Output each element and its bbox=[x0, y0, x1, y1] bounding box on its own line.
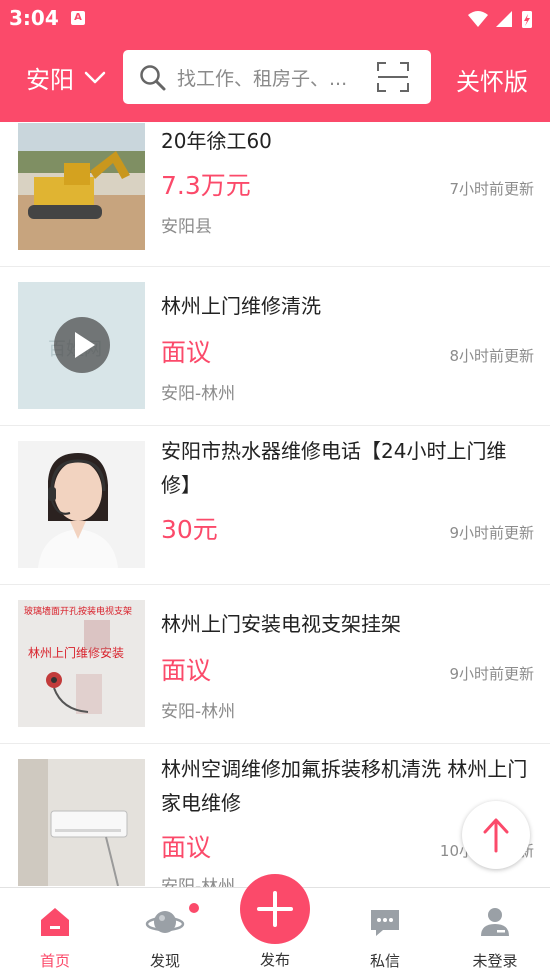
listing-item[interactable]: 百姓网 林州上门维修清洗 面议 8小时前更新 安阳-林州 bbox=[0, 267, 550, 426]
arrow-up-icon bbox=[483, 818, 509, 853]
top-bar: 3:04 A 安阳 找工作、租房子、... 关怀版 bbox=[0, 0, 550, 122]
wall-fixtures-graphic bbox=[46, 620, 110, 714]
listing-price: 面议 bbox=[161, 833, 212, 862]
video-thumbnail: 百姓网 bbox=[18, 282, 145, 409]
header: 安阳 找工作、租房子、... 关怀版 bbox=[0, 38, 550, 122]
scan-icon[interactable] bbox=[377, 62, 409, 92]
tab-home-label: 首页 bbox=[39, 952, 70, 970]
listing-updated-time: 9小时前更新 bbox=[449, 665, 534, 683]
listing-item[interactable]: 安阳市热水器维修电话【24小时上门维修】 30元 9小时前更新 bbox=[0, 426, 550, 585]
search-icon bbox=[140, 65, 166, 91]
listing-location: 安阳-林州 bbox=[161, 877, 236, 887]
play-icon bbox=[54, 317, 110, 373]
listing-title: 20年徐工60 bbox=[161, 129, 272, 153]
tab-discover-label: 发现 bbox=[149, 952, 180, 970]
city-name: 安阳 bbox=[26, 66, 74, 94]
care-mode-button[interactable]: 关怀版 bbox=[456, 62, 528, 97]
tab-messages[interactable]: 私信 bbox=[330, 888, 440, 980]
listing-item[interactable]: 玻璃墙面开孔按装电视支架 林州上门维修安装 林州上门安装电视支架挂架 面议 9小… bbox=[0, 585, 550, 744]
listing-price: 面议 bbox=[161, 338, 212, 367]
listing-title: 林州上门安装电视支架挂架 bbox=[161, 612, 401, 636]
chat-icon bbox=[371, 910, 399, 936]
publish-button[interactable] bbox=[240, 874, 310, 944]
signal-icon bbox=[496, 11, 512, 27]
listing-location: 安阳-林州 bbox=[161, 702, 236, 722]
tab-discover[interactable]: 发现 bbox=[110, 888, 220, 980]
listing-price: 30元 bbox=[161, 515, 218, 544]
listing-price: 面议 bbox=[161, 656, 212, 685]
search-placeholder: 找工作、租房子、... bbox=[177, 68, 348, 90]
notification-dot bbox=[189, 903, 199, 913]
chevron-down-icon bbox=[84, 71, 106, 83]
tab-home[interactable]: 首页 bbox=[0, 888, 110, 980]
tab-messages-label: 私信 bbox=[369, 952, 400, 970]
listing-location: 安阳-林州 bbox=[161, 384, 236, 404]
tab-account[interactable]: 未登录 bbox=[440, 888, 550, 980]
listing-updated-time: 8小时前更新 bbox=[449, 347, 534, 365]
city-selector[interactable]: 安阳 bbox=[26, 60, 106, 95]
listing-price: 7.3万元 bbox=[161, 171, 251, 200]
listing-title: 林州上门维修清洗 bbox=[161, 294, 321, 318]
excavator-thumbnail bbox=[18, 123, 145, 250]
publish-label: 发布 bbox=[259, 951, 290, 969]
listing-location: 安阳县 bbox=[161, 217, 212, 237]
notification-icon: A bbox=[71, 11, 85, 25]
status-bar: 3:04 A bbox=[0, 0, 550, 38]
customer-service-thumbnail bbox=[18, 441, 145, 568]
listing-item[interactable]: 20年徐工60 7.3万元 7小时前更新 安阳县 bbox=[0, 122, 550, 267]
listing-feed[interactable]: 20年徐工60 7.3万元 7小时前更新 安阳县 百姓网 林州上门维修清洗 面议… bbox=[0, 122, 550, 887]
tab-account-label: 未登录 bbox=[472, 952, 518, 970]
wifi-icon bbox=[468, 11, 488, 27]
listing-title: 安阳市热水器维修电话【24小时上门维修】 bbox=[161, 439, 507, 497]
back-to-top-button[interactable] bbox=[462, 801, 530, 869]
user-icon bbox=[481, 908, 509, 936]
planet-icon bbox=[145, 911, 185, 933]
system-status-icons bbox=[468, 11, 532, 28]
search-box[interactable]: 找工作、租房子、... bbox=[123, 50, 431, 104]
listing-updated-time: 7小时前更新 bbox=[449, 180, 534, 198]
home-icon bbox=[41, 908, 69, 936]
air-conditioner-thumbnail bbox=[18, 759, 145, 886]
plus-icon bbox=[257, 891, 293, 927]
tv-mount-thumbnail: 玻璃墙面开孔按装电视支架 林州上门维修安装 bbox=[18, 600, 145, 727]
listing-updated-time: 9小时前更新 bbox=[449, 524, 534, 542]
status-time: 3:04 bbox=[9, 6, 59, 30]
